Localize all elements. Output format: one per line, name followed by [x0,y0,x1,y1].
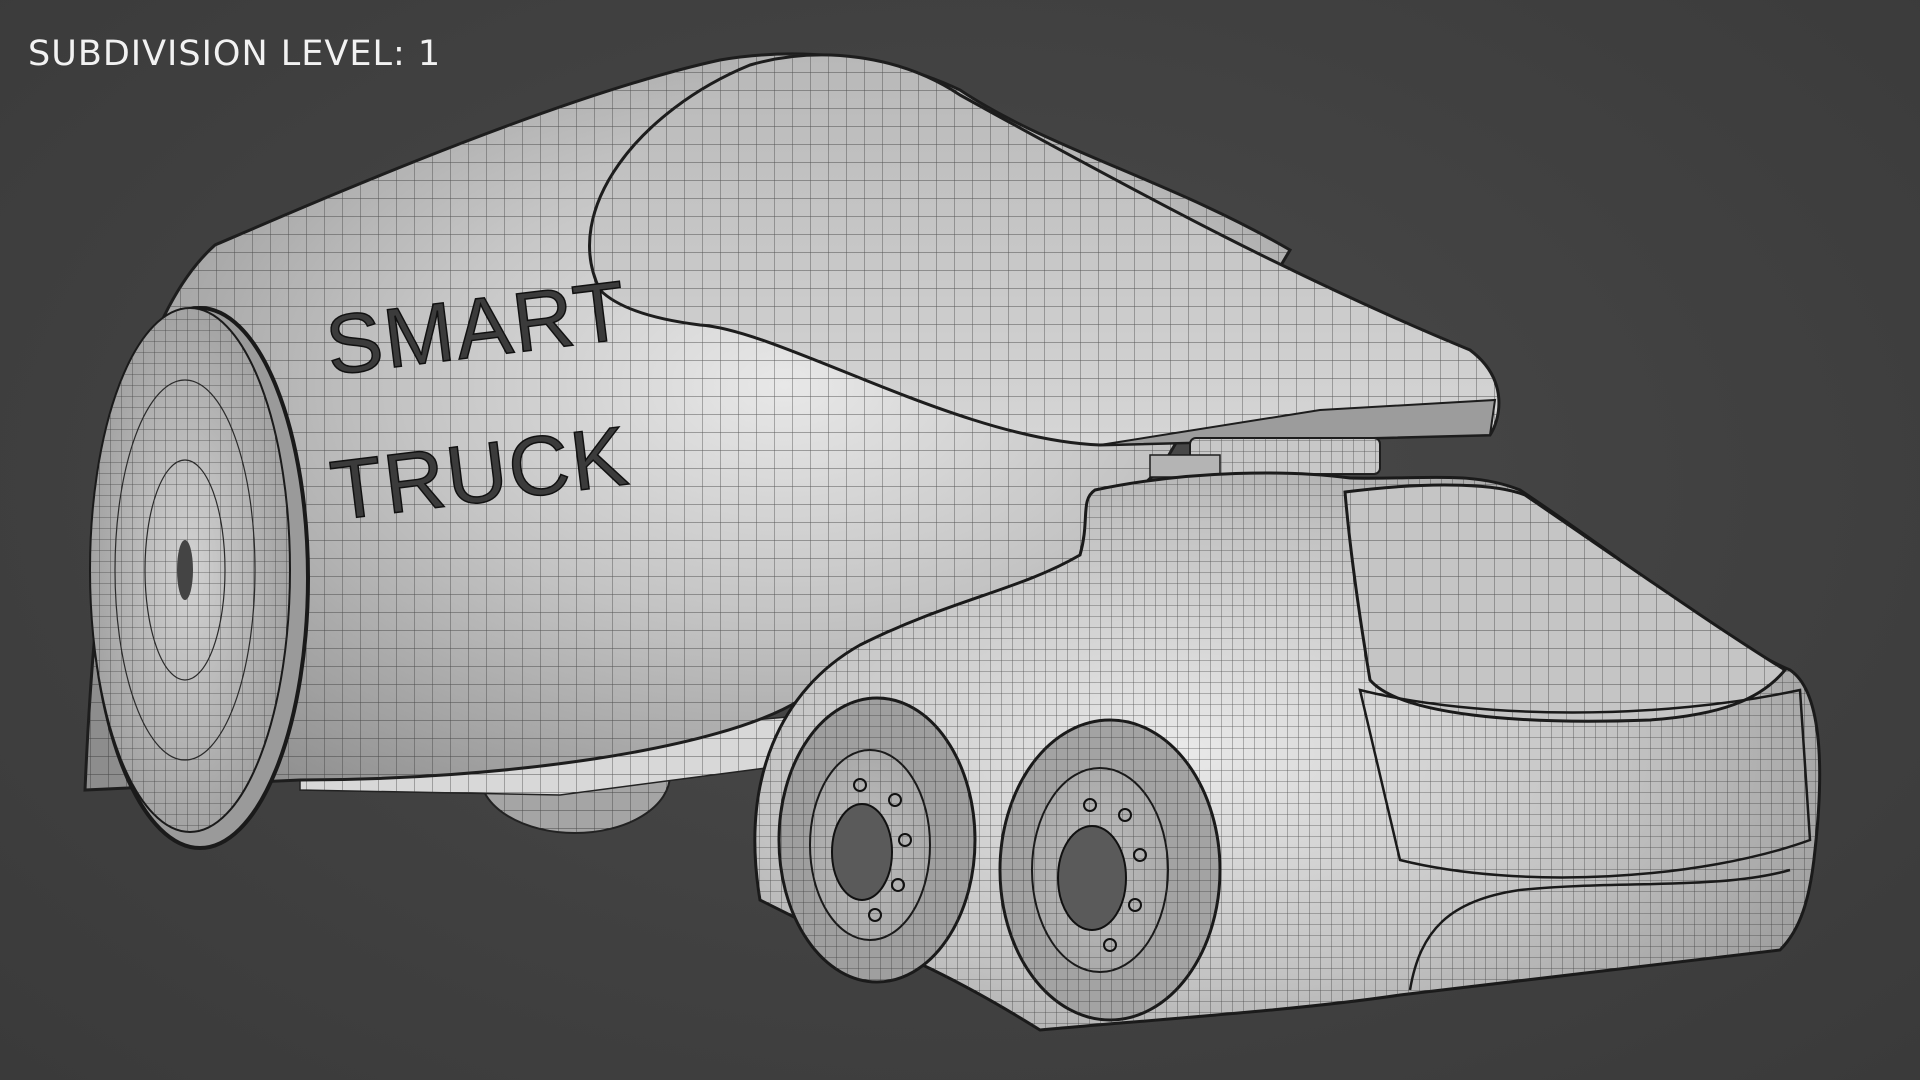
cab-rear-wheel [777,696,977,984]
trailer-front-wheel [89,306,310,850]
subdivision-level-label: SUBDIVISION LEVEL: 1 [28,34,442,74]
truck-model-render: SMART TRUCK [83,52,1822,1032]
cab-front-wheel [998,718,1222,1022]
3d-viewport[interactable]: SMART TRUCK SUBDIVISION LEVEL: 1 [0,0,1920,1080]
